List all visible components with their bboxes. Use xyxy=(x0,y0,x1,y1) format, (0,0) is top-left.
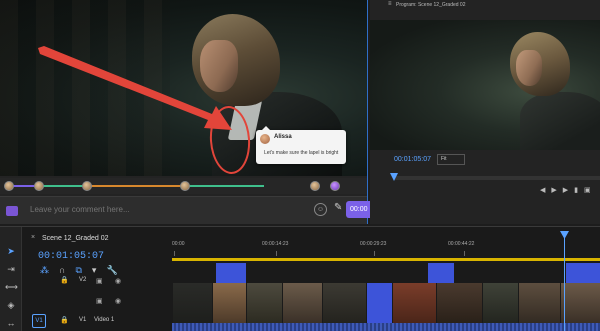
video-track-v1-lane xyxy=(172,283,600,331)
premiere-workspace: Alissa Let's make sure the lapel is brig… xyxy=(0,0,600,331)
track-id: V2 xyxy=(79,277,87,283)
comment-marker[interactable] xyxy=(310,181,320,191)
marker-icon[interactable]: ▮ xyxy=(574,186,578,194)
transport-controls: ◀ ▶ ▶ ▮ ▣ xyxy=(540,186,591,194)
step-forward-icon[interactable]: ▶ xyxy=(563,186,568,194)
subject-jacket xyxy=(520,92,600,150)
ruler-tick xyxy=(276,251,277,256)
track-header-v2-sub: ▣ ◉ xyxy=(22,291,172,313)
sequence-tab[interactable]: Scene 12_Graded 02 xyxy=(42,235,109,242)
comment-author: Alissa xyxy=(274,134,292,140)
lock-icon[interactable]: 🔒 xyxy=(60,316,69,324)
play-icon[interactable]: ▶ xyxy=(551,186,556,194)
ruler-label: 00:00 xyxy=(172,241,185,247)
selection-tool-icon[interactable]: ➤ xyxy=(5,245,17,257)
film-icon[interactable]: ▣ xyxy=(96,277,103,285)
comment-marker[interactable] xyxy=(4,181,14,191)
work-area-bar[interactable] xyxy=(172,258,600,261)
program-monitor-panel: ≡ Program: Scene 12_Graded 02 00:01:05:0… xyxy=(370,0,600,224)
gap-marker[interactable] xyxy=(566,263,600,283)
program-scrubber[interactable] xyxy=(394,176,600,180)
tools-panel: ➤ ⇥ ⟷ ◈ ↔ xyxy=(0,227,22,331)
emoji-icon[interactable]: ☺ xyxy=(314,203,327,216)
step-back-icon[interactable]: ◀ xyxy=(540,186,545,194)
time-ruler[interactable]: 00:00 00:00:14:23 00:00:29:23 00:00:44:2… xyxy=(172,235,600,257)
comment-marker[interactable] xyxy=(82,181,92,191)
ruler-tick xyxy=(464,251,465,256)
pen-icon[interactable]: ✎ xyxy=(334,202,342,213)
arrow-annotation-icon xyxy=(38,46,232,130)
ripple-edit-icon[interactable]: ⟷ xyxy=(5,281,18,293)
timeline-playhead[interactable] xyxy=(564,237,565,331)
comment-marker[interactable] xyxy=(34,181,44,191)
program-controls: 00:01:05:07 Fit ◀ ▶ ▶ ▮ ▣ xyxy=(370,150,600,224)
avatar xyxy=(260,134,270,144)
lock-icon[interactable]: 🔒 xyxy=(60,276,69,284)
audio-track-lane[interactable] xyxy=(172,323,600,331)
program-timecode[interactable]: 00:01:05:07 xyxy=(394,156,431,163)
sequence-timecode[interactable]: 00:01:05:07 xyxy=(38,251,104,262)
track-label: Video 1 xyxy=(94,317,115,323)
zoom-fit-value: Fit xyxy=(441,156,447,162)
eye-icon[interactable]: ◉ xyxy=(115,297,121,305)
comment-marker-bar[interactable] xyxy=(0,178,367,194)
slip-icon[interactable]: ↔ xyxy=(5,317,17,329)
ruler-tick xyxy=(374,251,375,256)
ruler-label: 00:00:44:22 xyxy=(448,241,475,247)
panel-menu-icon[interactable]: ≡ xyxy=(388,1,392,7)
comment-marker[interactable] xyxy=(180,181,190,191)
razor-icon[interactable]: ◈ xyxy=(5,299,17,311)
track-header-v2: 🔒 V2 ▣ ◉ xyxy=(22,271,172,293)
source-patch-v1[interactable]: V1 xyxy=(32,314,46,328)
program-monitor-title: Program: Scene 12_Graded 02 xyxy=(396,2,466,8)
comment-icon xyxy=(6,206,18,216)
comment-input[interactable] xyxy=(30,205,290,214)
review-video-frame[interactable]: Alissa Let's make sure the lapel is brig… xyxy=(0,0,367,176)
track-select-icon[interactable]: ⇥ xyxy=(5,263,17,275)
eye-icon[interactable]: ◉ xyxy=(115,277,121,285)
track-header-v1: V1 🔒 V1 Video 1 xyxy=(22,311,172,331)
comment-text: Let's make sure the lapel is bright xyxy=(264,150,339,156)
gap-marker[interactable] xyxy=(428,263,454,283)
zoom-fit-select[interactable]: Fit xyxy=(437,154,465,165)
comment-compose-bar: ☺ ✎ 00:00 ✔ xyxy=(0,196,394,224)
comment-timecode: 00:00 xyxy=(350,206,368,213)
marker-range xyxy=(40,185,84,187)
gap-lane xyxy=(172,263,600,283)
close-tab-icon[interactable]: × xyxy=(31,234,35,241)
ruler-label: 00:00:14:23 xyxy=(262,241,289,247)
gap-marker[interactable] xyxy=(216,263,246,283)
timeline-panel: ➤ ⇥ ⟷ ◈ ↔ × Scene 12_Graded 02 00:01:05:… xyxy=(0,226,600,331)
comment-bubble[interactable]: Alissa Let's make sure the lapel is brig… xyxy=(256,126,346,164)
subject-face xyxy=(516,50,542,86)
marker-range xyxy=(186,185,264,187)
ruler-label: 00:00:29:23 xyxy=(360,241,387,247)
film-icon[interactable]: ▣ xyxy=(96,297,103,305)
comment-marker[interactable] xyxy=(330,181,340,191)
ruler-tick xyxy=(174,251,175,256)
program-video-frame xyxy=(370,20,600,150)
track-id: V1 xyxy=(79,317,87,323)
export-frame-icon[interactable]: ▣ xyxy=(584,186,591,194)
review-monitor-panel: Alissa Let's make sure the lapel is brig… xyxy=(0,0,394,224)
marker-range xyxy=(88,185,182,187)
